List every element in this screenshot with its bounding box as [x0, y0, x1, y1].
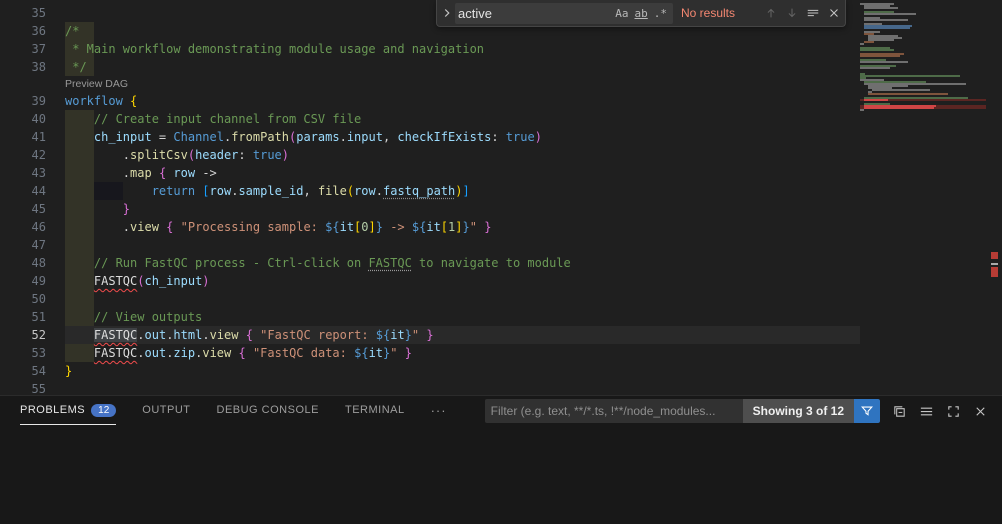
- find-input-box: Aa ab .*: [455, 3, 673, 24]
- line-number: 45: [0, 200, 65, 218]
- match-case-toggle[interactable]: Aa: [612, 6, 631, 21]
- find-in-selection-button[interactable]: [806, 6, 820, 20]
- tab-output[interactable]: OUTPUT: [142, 396, 190, 425]
- line-number: 44: [0, 182, 65, 200]
- close-icon: [827, 6, 841, 20]
- line-number: 39: [0, 92, 65, 110]
- ruler-mark: [991, 263, 998, 265]
- line-number: 46: [0, 218, 65, 236]
- code-line[interactable]: 52 FASTQC.out.html.view { "FastQC report…: [0, 326, 860, 344]
- whole-word-toggle[interactable]: ab: [632, 6, 651, 21]
- maximize-panel-button[interactable]: [946, 404, 961, 419]
- code-line[interactable]: 46 .view { "Processing sample: ${it[0]} …: [0, 218, 860, 236]
- line-number: 48: [0, 254, 65, 272]
- code-line[interactable]: 55: [0, 380, 860, 395]
- arrow-up-icon: [764, 6, 778, 20]
- problems-filter: Showing 3 of 12: [485, 399, 880, 423]
- find-previous-button[interactable]: [764, 6, 778, 20]
- code-line[interactable]: 38 */: [0, 58, 860, 76]
- code-line[interactable]: 37 * Main workflow demonstrating module …: [0, 40, 860, 58]
- maximize-icon: [946, 404, 961, 419]
- code-line[interactable]: 48 // Run FastQC process - Ctrl-click on…: [0, 254, 860, 272]
- editor[interactable]: 3536/*37 * Main workflow demonstrating m…: [0, 0, 1002, 395]
- code-line[interactable]: 51 // View outputs: [0, 308, 860, 326]
- line-number: 37: [0, 40, 65, 58]
- line-number: 38: [0, 58, 65, 76]
- tab-problems[interactable]: PROBLEMS12: [20, 396, 116, 425]
- filter-input[interactable]: [485, 404, 743, 418]
- line-number: 47: [0, 236, 65, 254]
- code-line[interactable]: 39workflow {: [0, 92, 860, 110]
- selection-icon: [806, 6, 820, 20]
- line-number: 53: [0, 344, 65, 362]
- arrow-down-icon: [785, 6, 799, 20]
- code-line[interactable]: 45 }: [0, 200, 860, 218]
- overview-ruler[interactable]: [985, 0, 1002, 395]
- panel-more-actions-button[interactable]: ···: [431, 403, 447, 418]
- code-line[interactable]: 44 return [row.sample_id, file(row.fastq…: [0, 182, 860, 200]
- regex-toggle[interactable]: .*: [651, 6, 670, 21]
- vscode-window: 3536/*37 * Main workflow demonstrating m…: [0, 0, 1002, 524]
- collapse-all-icon: [892, 404, 907, 419]
- panel-toolbar: Showing 3 of 12: [485, 399, 988, 423]
- code-line[interactable]: 41 ch_input = Channel.fromPath(params.in…: [0, 128, 860, 146]
- find-close-button[interactable]: [827, 6, 841, 20]
- line-number: 52: [0, 326, 65, 344]
- bottom-panel: PROBLEMS12 OUTPUT DEBUG CONSOLE TERMINAL ··…: [0, 395, 1002, 524]
- line-number: 41: [0, 128, 65, 146]
- filter-results-chip: Showing 3 of 12: [743, 399, 854, 423]
- find-widget: Aa ab .* No results: [436, 0, 846, 27]
- collapse-all-button[interactable]: [892, 404, 907, 419]
- tab-debug-console[interactable]: DEBUG CONSOLE: [217, 396, 319, 425]
- panel-header: PROBLEMS12 OUTPUT DEBUG CONSOLE TERMINAL ··…: [0, 396, 1002, 425]
- line-number: 43: [0, 164, 65, 182]
- minimap[interactable]: [860, 3, 986, 113]
- gutter: [0, 76, 65, 92]
- find-input[interactable]: [458, 6, 612, 21]
- ruler-mark: [991, 252, 998, 259]
- line-number: 35: [0, 4, 65, 22]
- code-line[interactable]: 40 // Create input channel from CSV file: [0, 110, 860, 128]
- line-number: 40: [0, 110, 65, 128]
- code-line[interactable]: 49 FASTQC(ch_input): [0, 272, 860, 290]
- line-number: 55: [0, 380, 65, 395]
- code-line[interactable]: 42 .splitCsv(header: true): [0, 146, 860, 164]
- ruler-mark: [991, 267, 998, 277]
- line-number: 42: [0, 146, 65, 164]
- chevron-right-icon: [440, 6, 454, 20]
- find-results-label: No results: [681, 6, 735, 20]
- line-number: 51: [0, 308, 65, 326]
- close-panel-button[interactable]: [973, 404, 988, 419]
- find-expand-button[interactable]: [439, 6, 455, 20]
- codelens-preview-dag-link[interactable]: Preview DAG: [65, 76, 128, 92]
- code-lines: 3536/*37 * Main workflow demonstrating m…: [0, 0, 860, 395]
- code-line[interactable]: 47: [0, 236, 860, 254]
- code-line[interactable]: 50: [0, 290, 860, 308]
- list-icon: [919, 404, 934, 419]
- problems-count-badge: 12: [91, 404, 116, 417]
- line-number: 36: [0, 22, 65, 40]
- view-as-list-button[interactable]: [919, 404, 934, 419]
- filter-toggle-button[interactable]: [854, 399, 880, 423]
- tab-terminal[interactable]: TERMINAL: [345, 396, 405, 425]
- find-next-button[interactable]: [785, 6, 799, 20]
- line-number: 50: [0, 290, 65, 308]
- filter-icon: [860, 404, 874, 418]
- code-line[interactable]: 54}: [0, 362, 860, 380]
- line-number: 54: [0, 362, 65, 380]
- code-line[interactable]: 53 FASTQC.out.zip.view { "FastQC data: $…: [0, 344, 860, 362]
- line-number: 49: [0, 272, 65, 290]
- code-line[interactable]: 43 .map { row ->: [0, 164, 860, 182]
- close-icon: [973, 404, 988, 419]
